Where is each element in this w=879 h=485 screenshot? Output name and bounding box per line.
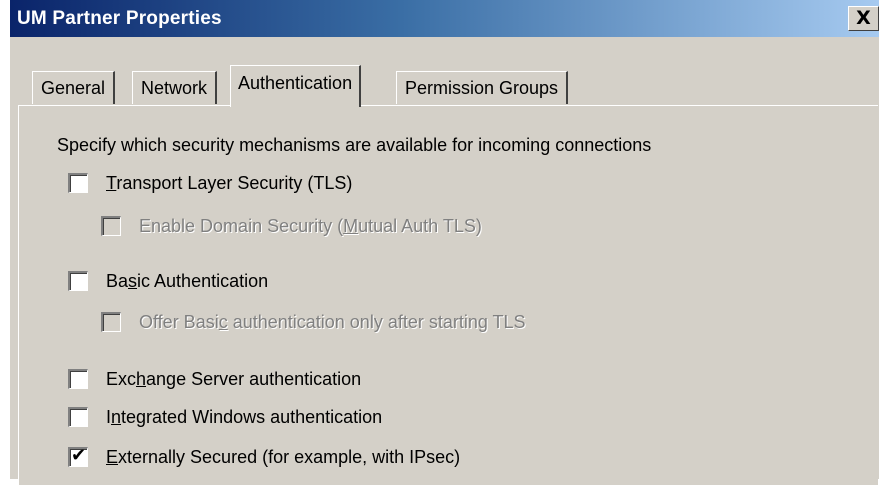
close-button[interactable]: X [848,6,879,31]
exchange-auth-label[interactable]: Exchange Server authentication [106,368,361,390]
tls-checkbox[interactable] [68,173,88,193]
authentication-panel [18,105,878,485]
tls-label[interactable]: Transport Layer Security (TLS) [106,172,352,194]
integrated-windows-label[interactable]: Integrated Windows authentication [106,406,382,428]
basic-after-tls-checkbox[interactable] [101,312,121,332]
tab-strip: General Network Authentication Permissio… [10,37,879,107]
exchange-auth-checkbox[interactable] [68,369,88,389]
tab-authentication[interactable]: Authentication [230,65,362,107]
externally-secured-checkbox[interactable]: ✔ [68,445,88,467]
domain-security-checkbox[interactable] [101,216,121,236]
tab-permission-groups[interactable]: Permission Groups [396,71,569,104]
title-bar[interactable]: UM Partner Properties X [10,0,879,37]
window-title: UM Partner Properties [17,8,222,29]
basic-after-tls-label[interactable]: Offer Basic authentication only after st… [139,311,526,333]
domain-security-label[interactable]: Enable Domain Security (Mutual Auth TLS) [139,215,482,237]
tab-general[interactable]: General [32,71,116,104]
check-icon: ✔ [71,445,87,466]
panel-description: Specify which security mechanisms are av… [57,135,652,155]
externally-secured-label[interactable]: Externally Secured (for example, with IP… [106,446,460,468]
tab-network[interactable]: Network [132,71,218,104]
basic-auth-label[interactable]: Basic Authentication [106,270,268,292]
close-icon: X [856,7,871,29]
basic-auth-checkbox[interactable] [68,271,88,291]
integrated-windows-checkbox[interactable] [68,407,88,427]
